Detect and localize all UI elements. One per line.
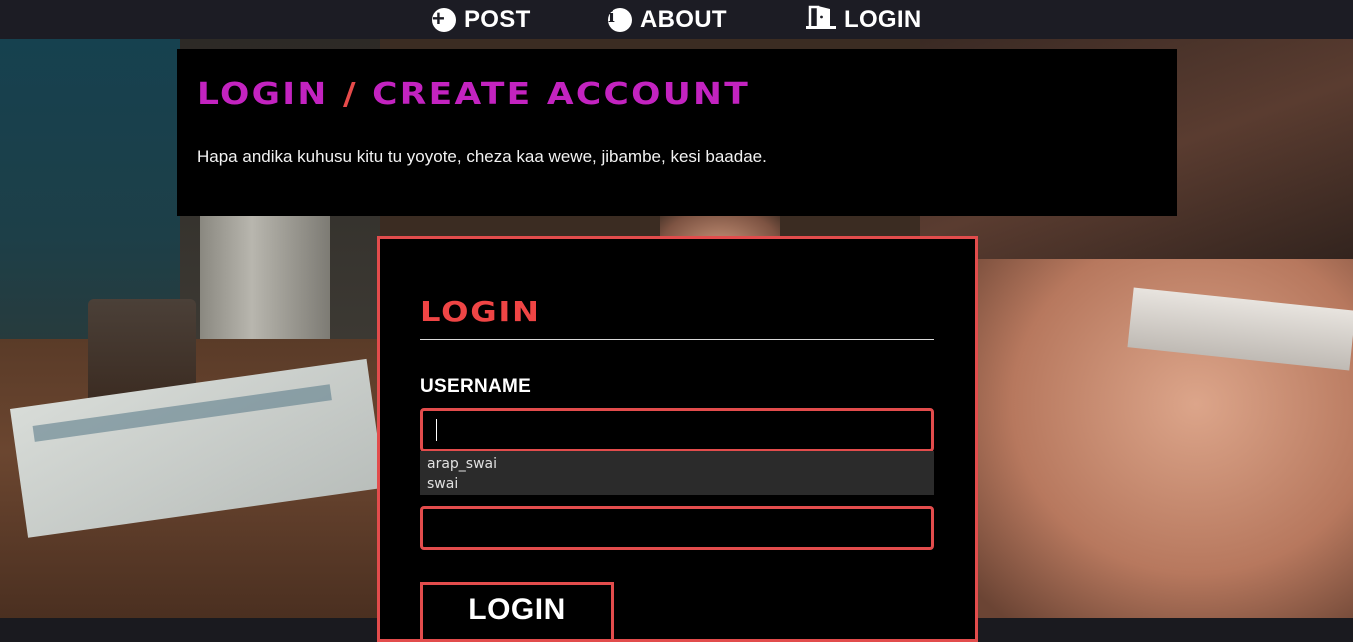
info-circle-icon: i (608, 8, 632, 32)
nav-about-label: ABOUT (640, 6, 727, 33)
title-divider (420, 339, 934, 340)
nav-post-label: POST (464, 6, 531, 33)
page-description: Hapa andika kuhusu kitu tu yoyote, cheza… (197, 147, 767, 166)
autocomplete-option[interactable]: arap_swai (420, 454, 934, 474)
username-autocomplete-list: arap_swai swai (420, 451, 934, 495)
nav-login-link[interactable]: LOGIN (806, 5, 922, 35)
page-title: LOGIN / CREATE ACCOUNT (197, 77, 751, 112)
username-label: USERNAME (420, 376, 532, 397)
login-submit-button[interactable]: LOGIN (420, 582, 614, 642)
nav-about-link[interactable]: i ABOUT (608, 5, 727, 35)
autocomplete-option[interactable]: swai (420, 474, 934, 494)
password-input[interactable] (420, 506, 934, 550)
login-form-title: LOGIN (420, 295, 541, 328)
text-caret (436, 419, 437, 441)
page-header-card: LOGIN / CREATE ACCOUNT Hapa andika kuhus… (177, 49, 1177, 216)
nav-post-link[interactable]: + POST (432, 5, 531, 35)
login-form-card: LOGIN USERNAME arap_swai swai LOGIN (377, 236, 978, 642)
plus-circle-icon: + (432, 8, 456, 32)
top-navigation: + POST i ABOUT LOGIN (0, 0, 1353, 39)
door-open-icon (806, 4, 836, 37)
username-input[interactable] (420, 408, 934, 452)
nav-login-label: LOGIN (844, 6, 922, 33)
